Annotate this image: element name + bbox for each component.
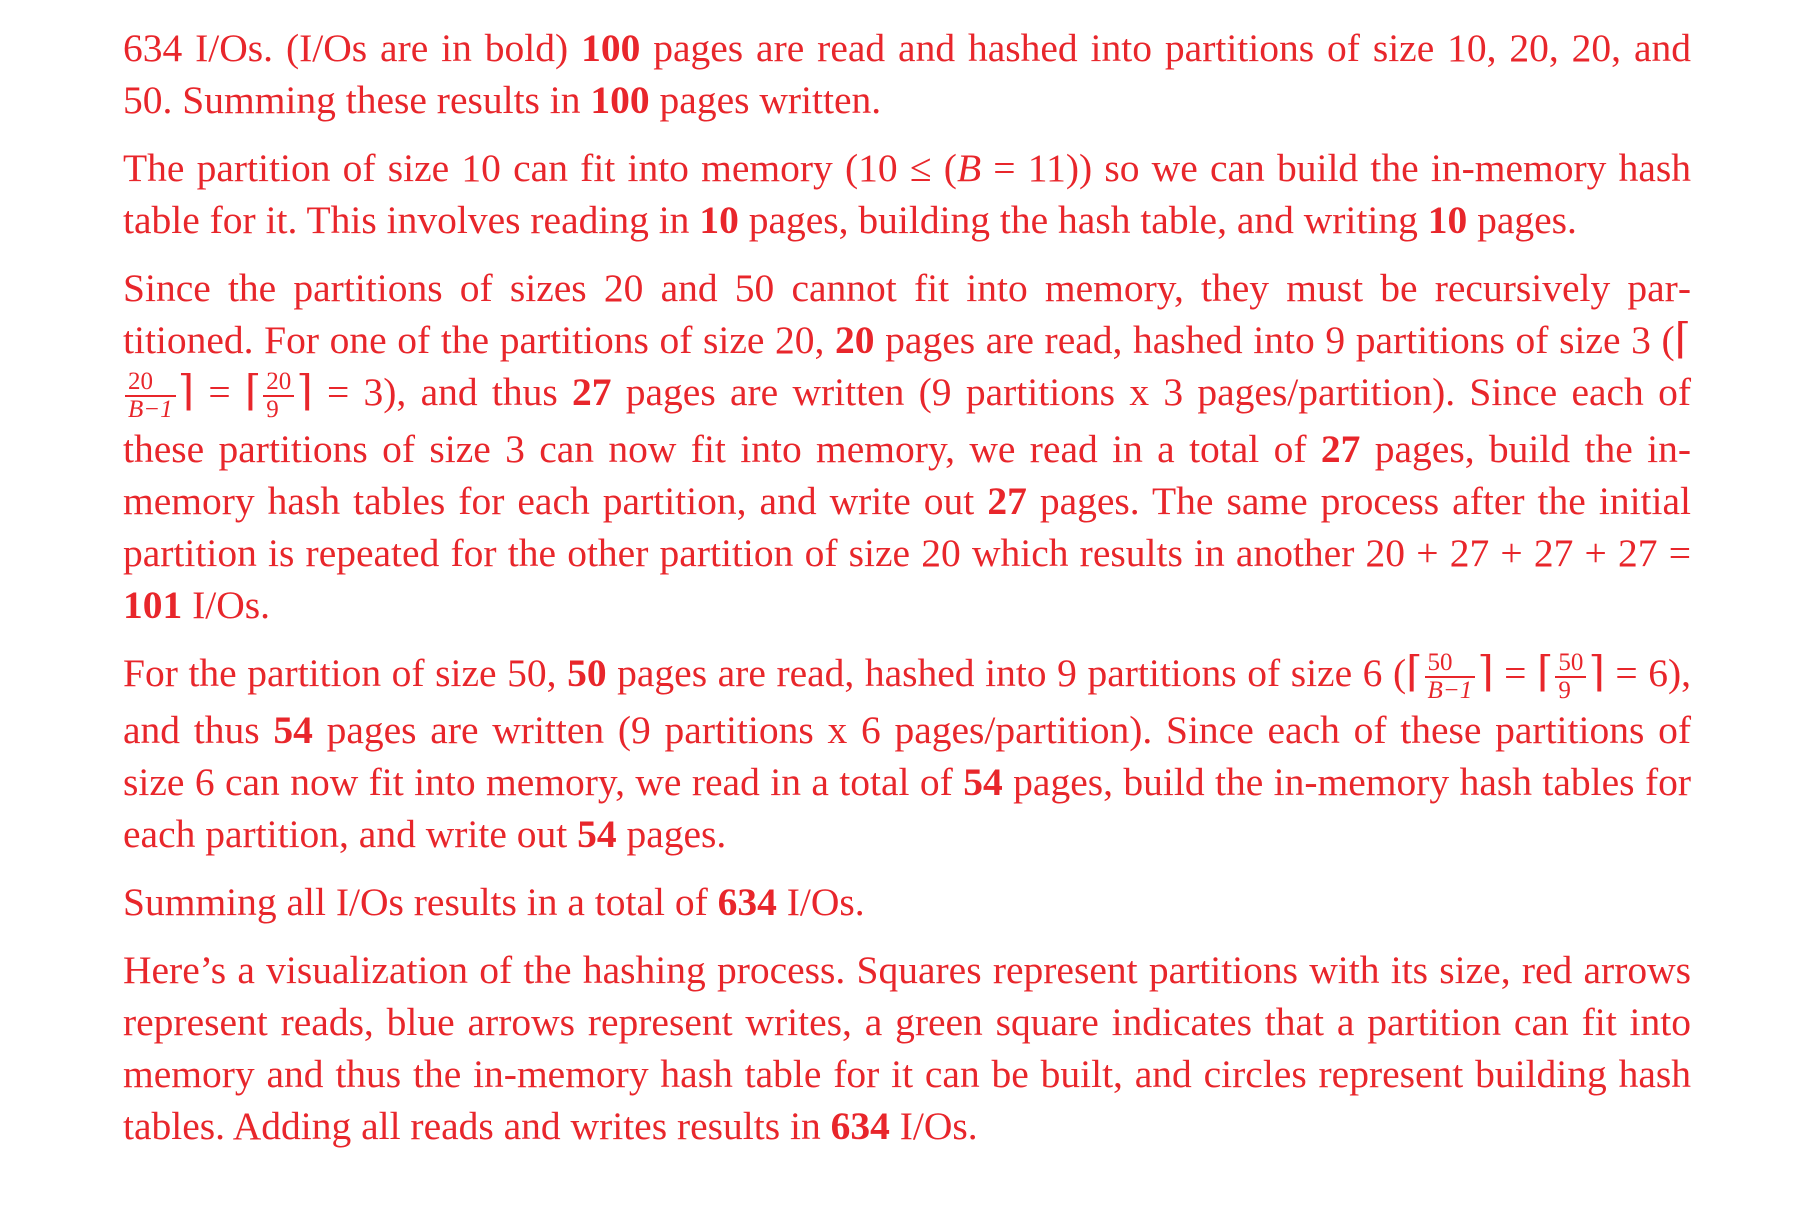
text: pages, building the hash table, and writ…	[738, 198, 1428, 242]
fraction-denominator: B−1	[1427, 676, 1473, 704]
fraction: 20 9	[263, 368, 295, 423]
text: pages.	[616, 811, 727, 856]
fraction: 20 B−1	[125, 368, 176, 423]
io-count: 50	[567, 650, 607, 695]
io-count: 20	[835, 318, 875, 362]
text: Summing all I/Os results in a total of	[123, 879, 718, 924]
text: The partition of size 10 can fit into me…	[123, 146, 957, 190]
io-count: 10	[1427, 198, 1468, 242]
text: I/Os.	[889, 1103, 978, 1148]
text: pages are read, hashed into 9 partitions…	[606, 650, 1407, 695]
paragraph-size-50: For the partition of size 50, 50 pages a…	[123, 647, 1691, 860]
fraction-numerator: 50	[1424, 649, 1476, 678]
ceil-left: ⌈	[1537, 649, 1554, 696]
ceil-right: ⌉	[1588, 649, 1605, 696]
ceil-left: ⌈	[1406, 649, 1423, 696]
io-count: 27	[1320, 426, 1361, 471]
io-count: 100	[581, 26, 641, 70]
text: pages are read, hashed into 9 partitions…	[874, 318, 1675, 362]
ceil-left: ⌈	[1674, 317, 1691, 363]
ceil-right: ⌉	[296, 369, 313, 415]
paragraph-intro: 634 I/Os. (I/Os are in bold) 100 pages a…	[123, 22, 1691, 126]
io-count: 101	[123, 582, 183, 627]
fraction: 50 9	[1555, 649, 1587, 704]
io-count: 10	[699, 198, 739, 242]
paragraph-summary: Summing all I/Os results in a total of 6…	[123, 876, 1691, 928]
io-count: 634	[830, 1103, 890, 1148]
paragraph-size-10: The partition of size 10 can fit into me…	[123, 142, 1691, 246]
fraction-denominator: 9	[1558, 676, 1571, 704]
io-count: 27	[572, 370, 612, 414]
fraction-numerator: 20	[263, 368, 295, 397]
text: I/Os.	[182, 582, 271, 627]
text: pages.	[1467, 198, 1577, 242]
ceil-left: ⌈	[244, 369, 262, 415]
text: = 3), and thus	[312, 370, 572, 414]
text: 634 I/Os. (I/Os are in bold)	[123, 26, 582, 70]
paragraph-visualization: Here’s a visualization of the hashing pr…	[123, 944, 1691, 1152]
fraction-numerator: 50	[1555, 649, 1587, 678]
text: For the partition of size 50,	[123, 650, 568, 695]
io-count: 27	[987, 478, 1027, 523]
text: pages written.	[649, 78, 882, 122]
text: =	[194, 370, 245, 414]
fraction-numerator: 20	[125, 368, 176, 397]
io-count: 54	[963, 759, 1003, 804]
text: =	[1493, 650, 1538, 695]
ceil-right: ⌉	[177, 369, 195, 415]
paragraph-size-20: Since the partitions of sizes 20 and 50 …	[123, 262, 1691, 631]
math-variable: B	[956, 146, 982, 190]
io-count: 634	[717, 879, 777, 924]
ceil-right: ⌉	[1477, 649, 1494, 696]
io-count: 100	[590, 78, 650, 122]
text: I/Os.	[776, 879, 865, 924]
io-count: 54	[577, 811, 617, 856]
io-count: 54	[273, 707, 313, 752]
fraction: 50 B−1	[1424, 649, 1476, 704]
fraction-denominator: 9	[266, 395, 279, 423]
fraction-denominator: B−1	[128, 395, 173, 423]
document-body: 634 I/Os. (I/Os are in bold) 100 pages a…	[123, 22, 1691, 1168]
